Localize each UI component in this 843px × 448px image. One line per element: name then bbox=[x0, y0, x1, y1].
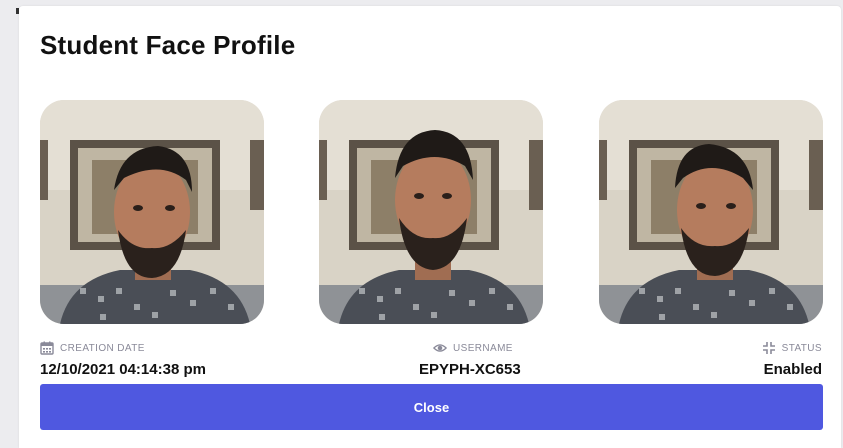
username-label: USERNAME bbox=[433, 340, 513, 356]
face-photo-right bbox=[599, 100, 823, 324]
creation-date-label-text: CREATION DATE bbox=[60, 342, 145, 354]
status-label: STATUS bbox=[762, 340, 822, 356]
status-value: Enabled bbox=[763, 361, 822, 378]
calendar-icon bbox=[40, 341, 54, 355]
face-profile-modal: Student Face Profile CREATION DATE 12/10… bbox=[19, 6, 841, 448]
creation-date-value: 12/10/2021 04:14:38 pm bbox=[40, 361, 206, 378]
compress-icon bbox=[762, 341, 776, 355]
close-button[interactable]: Close bbox=[40, 384, 823, 430]
eye-icon bbox=[433, 341, 447, 355]
creation-date-label: CREATION DATE bbox=[40, 340, 145, 356]
face-photo-left bbox=[40, 100, 264, 324]
face-photo-front bbox=[319, 100, 543, 324]
status-label-text: STATUS bbox=[781, 342, 822, 354]
username-value: EPYPH-XC653 bbox=[419, 361, 521, 378]
modal-title: Student Face Profile bbox=[40, 30, 296, 60]
username-label-text: USERNAME bbox=[453, 342, 513, 354]
